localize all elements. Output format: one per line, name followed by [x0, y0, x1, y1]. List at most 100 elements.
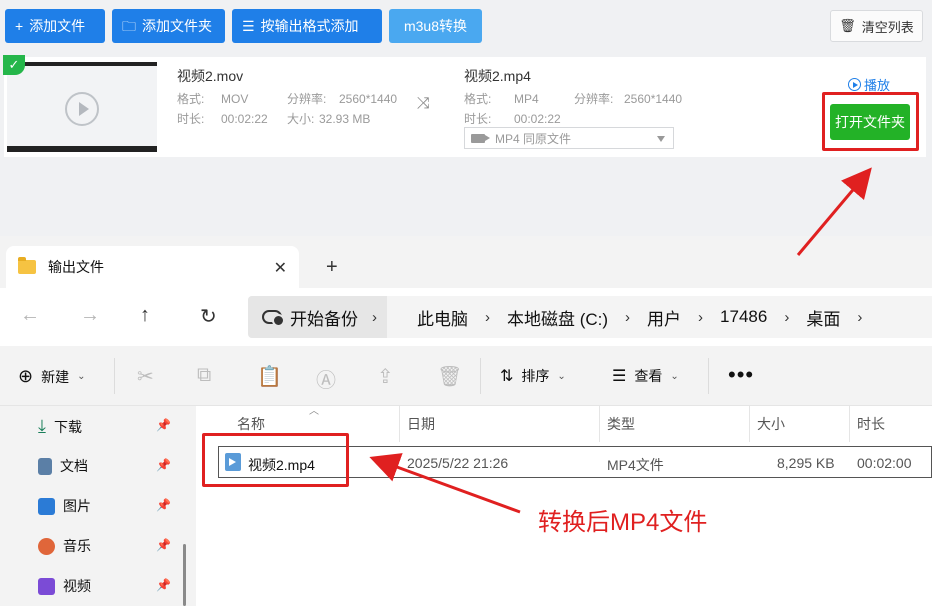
new-tab-button[interactable]: +: [326, 256, 338, 279]
sidebar-item-music[interactable]: 音乐: [38, 536, 91, 556]
list-icon: ☰: [242, 18, 255, 34]
output-resolution: 分辨率: 2560*1440: [574, 92, 683, 106]
file-duration: 00:02:00: [857, 455, 912, 471]
chevron-down-icon: [657, 136, 665, 142]
view-button[interactable]: ☰ 查看 ⌄: [612, 366, 679, 386]
add-folder-button[interactable]: 🗀 添加文件夹: [112, 9, 225, 43]
pin-icon[interactable]: 📌: [156, 418, 171, 432]
sort-ascending-icon: ︿: [309, 406, 319, 417]
more-options-button[interactable]: •••: [728, 362, 754, 388]
document-icon: [38, 457, 52, 475]
file-item[interactable]: ✓ 视频2.mov 格式: MOV 分辨率: 2560*1440 时长: 00:02:…: [3, 55, 926, 157]
plus-icon: +: [15, 18, 24, 34]
forward-arrow-icon[interactable]: →: [80, 304, 100, 327]
highlight-output-file: [202, 433, 349, 487]
chevron-down-icon: ⌄: [77, 371, 86, 382]
column-header-duration[interactable]: 时长: [857, 414, 885, 434]
sort-button[interactable]: ⇅ 排序 ⌄: [500, 366, 566, 386]
file-type: MP4文件: [607, 457, 664, 473]
converter-toolbar: + 添加文件 🗀 添加文件夹 ☰ 按输出格式添加 m3u8转换 🗑 清空列表: [0, 0, 932, 52]
column-header-date[interactable]: 日期: [407, 414, 435, 434]
back-arrow-icon[interactable]: ←: [20, 304, 40, 327]
pin-icon[interactable]: 📌: [156, 458, 171, 472]
converter-app: + 添加文件 🗀 添加文件夹 ☰ 按输出格式添加 m3u8转换 🗑 清空列表 ✓…: [0, 0, 932, 240]
checkmark-icon[interactable]: ✓: [3, 55, 25, 75]
source-duration: 时长: 00:02:22: [177, 112, 268, 126]
file-date: 2025/5/22 21:26: [407, 455, 509, 471]
add-file-button[interactable]: + 添加文件: [5, 9, 105, 43]
source-resolution: 分辨率: 2560*1440: [287, 92, 398, 106]
chevron-right-icon[interactable]: ›: [372, 309, 377, 326]
column-header-size[interactable]: 大小: [757, 414, 785, 434]
annotation-label: 转换后MP4文件: [538, 509, 708, 536]
shuffle-icon: ⤨: [417, 95, 430, 112]
divider: [708, 358, 709, 394]
output-format: 格式: MP4: [464, 92, 539, 106]
sidebar-item-pictures[interactable]: 图片: [38, 496, 91, 516]
chevron-right-icon[interactable]: ›: [698, 309, 703, 326]
download-icon: ⤓: [38, 416, 46, 436]
column-header-type[interactable]: 类型: [607, 414, 635, 434]
delete-icon[interactable]: 🗑: [437, 364, 462, 389]
source-file-name: 视频2.mov: [177, 68, 244, 84]
play-icon: [65, 92, 99, 126]
column-divider[interactable]: [599, 406, 600, 442]
navigation-bar: ← → ↑ ↻ 开始备份 › 此电脑 › 本地磁盘 (C:) › 用户 › 17…: [0, 288, 932, 346]
breadcrumb-item[interactable]: 桌面: [806, 305, 840, 330]
new-button[interactable]: ⊕ 新建 ⌄: [18, 366, 85, 387]
video-camera-icon: [471, 133, 490, 143]
paste-icon[interactable]: 📋: [257, 364, 282, 389]
m3u8-convert-button[interactable]: m3u8转换: [389, 9, 482, 43]
close-icon[interactable]: ✕: [274, 258, 287, 278]
play-circle-icon: [848, 78, 861, 91]
address-bar[interactable]: 开始备份 › 此电脑 › 本地磁盘 (C:) › 用户 › 17486 › 桌面…: [248, 296, 932, 338]
sidebar-item-documents[interactable]: 文档: [38, 456, 88, 476]
pin-icon[interactable]: 📌: [156, 538, 171, 552]
highlight-open-folder: [822, 92, 919, 151]
rename-icon[interactable]: Ⓐ: [316, 364, 336, 393]
chevron-right-icon[interactable]: ›: [784, 309, 789, 326]
column-divider[interactable]: [749, 406, 750, 442]
chevron-down-icon: ⌄: [670, 370, 679, 382]
pin-icon[interactable]: 📌: [156, 498, 171, 512]
column-header-name[interactable]: 名称: [237, 414, 265, 434]
copy-icon[interactable]: ⧉: [197, 364, 211, 387]
tab-output-folder[interactable]: 输出文件 ✕: [6, 246, 299, 288]
start-backup-button[interactable]: 开始备份 ›: [248, 296, 387, 338]
sidebar-item-videos[interactable]: 视频: [38, 576, 91, 596]
output-format-select[interactable]: MP4 同原文件: [464, 127, 674, 149]
output-duration: 时长: 00:02:22: [464, 112, 561, 126]
music-icon: [38, 537, 55, 555]
breadcrumb-item[interactable]: 用户: [647, 305, 681, 330]
breadcrumb-item[interactable]: 此电脑: [417, 305, 468, 330]
chevron-right-icon[interactable]: ›: [625, 309, 630, 326]
pictures-icon: [38, 497, 55, 515]
output-file-name: 视频2.mp4: [464, 68, 531, 84]
chevron-right-icon[interactable]: ›: [485, 309, 490, 326]
divider: [480, 358, 481, 394]
divider: [114, 358, 115, 394]
sidebar-scrollbar[interactable]: [183, 544, 186, 606]
breadcrumb-item[interactable]: 17486: [720, 307, 767, 327]
share-icon[interactable]: ⇪: [377, 364, 394, 389]
video-thumbnail[interactable]: [7, 62, 157, 152]
chevron-right-icon[interactable]: ›: [857, 309, 862, 326]
file-explorer-window: 输出文件 ✕ + ← → ↑ ↻ 开始备份 › 此电脑 › 本地磁盘 (C:) …: [0, 236, 932, 606]
source-format: 格式: MOV: [177, 92, 249, 106]
add-by-format-button[interactable]: ☰ 按输出格式添加: [232, 9, 382, 43]
breadcrumb-item[interactable]: 本地磁盘 (C:): [507, 305, 608, 330]
view-list-icon: ☰: [612, 368, 627, 385]
clear-list-button[interactable]: 🗑 清空列表: [830, 10, 923, 42]
cut-icon[interactable]: ✂: [137, 364, 154, 389]
refresh-icon[interactable]: ↻: [200, 304, 217, 329]
file-size: 8,295 KB: [777, 455, 835, 471]
videos-icon: [38, 577, 55, 595]
column-divider[interactable]: [399, 406, 400, 442]
chevron-down-icon: ⌄: [557, 370, 566, 382]
column-divider[interactable]: [849, 406, 850, 442]
plus-circle-icon: ⊕: [18, 366, 34, 386]
sidebar-item-downloads[interactable]: ⤓ 下载: [38, 416, 82, 437]
up-arrow-icon[interactable]: ↑: [140, 304, 150, 327]
sort-icon: ⇅: [500, 368, 514, 385]
pin-icon[interactable]: 📌: [156, 578, 171, 592]
